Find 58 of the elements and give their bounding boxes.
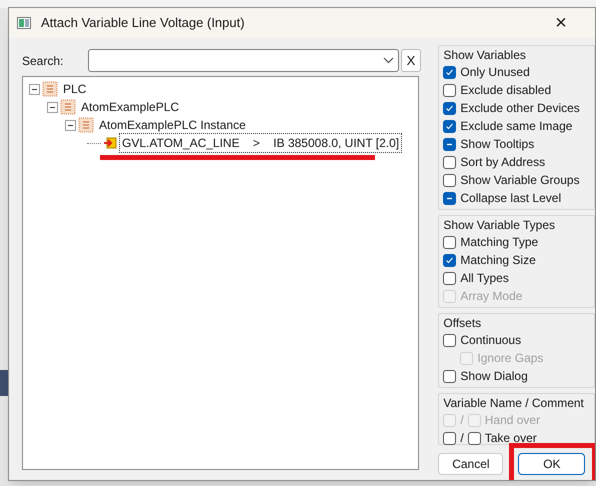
window-icon: [17, 17, 31, 29]
checkbox[interactable]: [468, 432, 481, 444]
checkbox[interactable]: [443, 254, 456, 266]
cancel-button[interactable]: Cancel: [438, 453, 504, 475]
option-label[interactable]: Continuous: [460, 331, 522, 349]
tree-node-label[interactable]: PLC: [63, 80, 86, 98]
option-label[interactable]: Show Variable Groups: [460, 171, 580, 189]
slash-separator: /: [460, 430, 464, 447]
option-label: Hand over: [484, 412, 540, 429]
checkbox[interactable]: [443, 370, 456, 382]
option-label[interactable]: Show Tooltips: [460, 135, 534, 153]
option-label[interactable]: Sort by Address: [460, 153, 546, 171]
option-label[interactable]: Take over: [484, 429, 537, 447]
option-label[interactable]: Collapse last Level: [460, 189, 562, 207]
ok-button[interactable]: OK: [518, 453, 586, 475]
group-title: Offsets: [443, 315, 482, 331]
option-label[interactable]: Matching Type: [460, 233, 538, 251]
checkbox[interactable]: [443, 432, 456, 444]
option-label: Ignore Gaps: [477, 350, 544, 367]
checkmark-icon: [445, 256, 454, 264]
option-label[interactable]: Exclude same Image: [460, 117, 572, 135]
clear-button[interactable]: X: [401, 49, 421, 72]
group-title: Show Variables: [443, 47, 527, 63]
chevron-down-icon: [383, 57, 394, 64]
input-variable-icon: [103, 136, 117, 150]
search-field[interactable]: [88, 49, 399, 72]
expander-icon[interactable]: [29, 84, 40, 94]
checkbox[interactable]: [443, 138, 456, 150]
checkbox[interactable]: [443, 120, 456, 132]
checkbox[interactable]: [443, 102, 456, 114]
checkmark-icon: [445, 68, 454, 76]
checkbox[interactable]: [443, 66, 456, 78]
tree-node-label[interactable]: AtomExamplePLC Instance: [99, 116, 246, 134]
group-title: Show Variable Types: [443, 217, 556, 233]
tree-node-label[interactable]: GVL.ATOM_AC_LINE > IB 385008.0, UINT [2.0]: [119, 133, 402, 153]
option-label[interactable]: All Types: [460, 269, 509, 287]
group-title: Variable Name / Comment: [443, 395, 585, 411]
expander-icon[interactable]: [47, 102, 58, 112]
option-label: Array Mode: [460, 288, 522, 305]
close-button[interactable]: ×: [549, 11, 573, 35]
tree-node-label[interactable]: AtomExamplePLC: [81, 98, 180, 116]
window-title: Attach Variable Line Voltage (Input): [41, 14, 245, 32]
checkbox[interactable]: [443, 334, 456, 346]
checkbox[interactable]: [443, 156, 456, 168]
slash-separator: /: [460, 412, 464, 429]
option-label[interactable]: Matching Size: [460, 251, 536, 269]
checkbox[interactable]: [443, 272, 456, 284]
option-label[interactable]: Only Unused: [460, 63, 530, 81]
checkbox[interactable]: [443, 84, 456, 96]
checkbox[interactable]: [443, 192, 456, 204]
checkbox[interactable]: [443, 174, 456, 186]
option-label[interactable]: Show Dialog: [460, 367, 528, 385]
expander-icon[interactable]: [65, 120, 76, 130]
checkbox[interactable]: [443, 236, 456, 248]
option-label[interactable]: Exclude disabled: [460, 81, 552, 99]
search-label: Search:: [22, 52, 64, 70]
panel-strip: [0, 370, 8, 396]
option-label[interactable]: Exclude other Devices: [460, 99, 580, 117]
